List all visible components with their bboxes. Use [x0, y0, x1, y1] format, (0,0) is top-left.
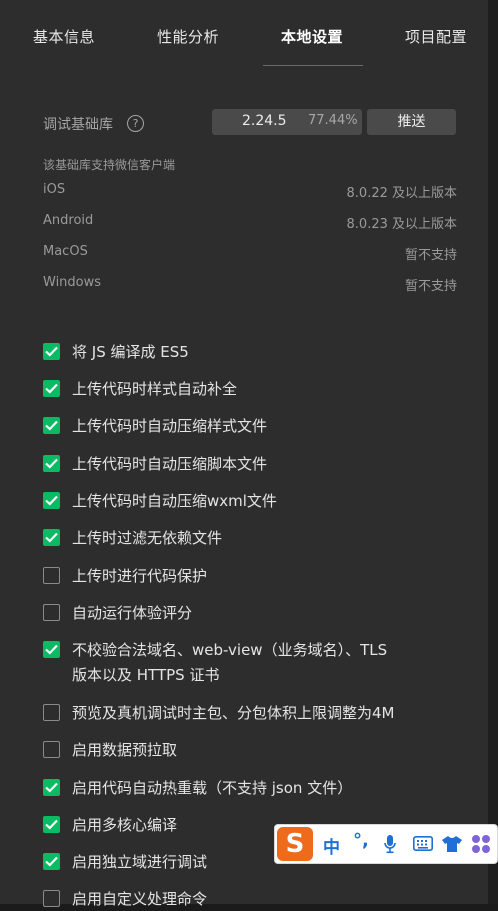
checkbox-checked[interactable] [43, 641, 60, 658]
ime-punctuation-toggle[interactable]: °, [353, 830, 369, 851]
ime-logo-letter: S [285, 829, 305, 859]
checkbox-unchecked[interactable] [43, 890, 60, 907]
checkbox-checked[interactable] [43, 853, 60, 870]
option-label: 启用代码自动热重载（不支持 json 文件） [72, 779, 353, 797]
checkbox-checked[interactable] [43, 492, 60, 509]
checkbox-checked[interactable] [43, 779, 60, 796]
support-value: 8.0.23 及以上版本 [346, 217, 457, 232]
tab-project-config[interactable]: 项目配置 [405, 26, 467, 47]
option-label: 上传代码时样式自动补全 [72, 380, 238, 398]
support-name: Android [43, 213, 94, 228]
support-title: 该基础库支持微信客户端 [43, 158, 176, 172]
lib-version-select[interactable]: 2.24.5 77.44% [212, 109, 362, 135]
apps-grid-icon[interactable] [471, 834, 491, 858]
sogou-logo-icon[interactable]: S [277, 827, 313, 861]
checkbox-unchecked[interactable] [43, 567, 60, 584]
push-button[interactable]: 推送 [367, 109, 456, 135]
support-row-windows: Windows 暂不支持 [43, 275, 457, 295]
support-name: MacOS [43, 244, 88, 259]
tab-basic-info[interactable]: 基本信息 [33, 26, 95, 47]
keyboard-icon[interactable] [413, 836, 433, 855]
checkbox-checked[interactable] [43, 455, 60, 472]
lib-version-value: 2.24.5 [242, 113, 287, 129]
skin-shirt-icon[interactable] [441, 835, 463, 857]
checkbox-unchecked[interactable] [43, 604, 60, 621]
checkbox-checked[interactable] [43, 343, 60, 360]
option-label: 启用独立域进行调试 [72, 853, 208, 871]
option-label: 自动运行体验评分 [72, 604, 193, 622]
scrollbar[interactable] [488, 0, 498, 904]
option-label: 预览及真机调试时主包、分包体积上限调整为4M [72, 704, 395, 722]
help-icon[interactable]: ? [127, 115, 144, 132]
support-name: Windows [43, 275, 102, 290]
checkbox-checked[interactable] [43, 380, 60, 397]
option-label: 上传代码时自动压缩wxml文件 [72, 492, 277, 510]
option-label: 上传时进行代码保护 [72, 567, 208, 585]
support-value: 暂不支持 [404, 248, 457, 263]
support-name: iOS [43, 182, 66, 197]
checkbox-checked[interactable] [43, 816, 60, 833]
tab-bar: 基本信息 性能分析 本地设置 项目配置 [0, 0, 488, 70]
option-label: 启用自定义处理命令 [72, 890, 208, 908]
support-row-ios: iOS 8.0.22 及以上版本 [43, 182, 457, 202]
tab-local-settings[interactable]: 本地设置 [281, 26, 343, 47]
support-row-android: Android 8.0.23 及以上版本 [43, 213, 457, 233]
checkbox-unchecked[interactable] [43, 704, 60, 721]
support-value: 暂不支持 [404, 279, 457, 294]
option-label: 启用数据预拉取 [72, 741, 178, 759]
debug-lib-label: 调试基础库 [43, 117, 113, 133]
settings-panel: 基本信息 性能分析 本地设置 项目配置 调试基础库 ? 2.24.5 77.44… [0, 0, 488, 908]
ime-toolbar: S 中 °, [274, 824, 498, 864]
lib-version-percent: 77.44% [308, 113, 358, 128]
ime-mode-toggle[interactable]: 中 [323, 833, 340, 858]
microphone-icon[interactable] [384, 835, 396, 858]
option-label-line2: 版本以及 HTTPS 证书 [72, 666, 220, 684]
option-label: 上传时过滤无依赖文件 [72, 529, 223, 547]
option-label: 不校验合法域名、web-view（业务域名）、TLS [72, 641, 388, 659]
support-value: 8.0.22 及以上版本 [346, 186, 457, 201]
checkbox-checked[interactable] [43, 529, 60, 546]
checkbox-checked[interactable] [43, 417, 60, 434]
tab-performance[interactable]: 性能分析 [157, 26, 219, 47]
support-row-macos: MacOS 暂不支持 [43, 244, 457, 264]
option-label: 上传代码时自动压缩脚本文件 [72, 455, 268, 473]
active-tab-indicator [263, 65, 363, 66]
option-label: 启用多核心编译 [72, 816, 178, 834]
option-label: 将 JS 编译成 ES5 [72, 343, 189, 361]
checkbox-unchecked[interactable] [43, 741, 60, 758]
option-label: 上传代码时自动压缩样式文件 [72, 417, 268, 435]
